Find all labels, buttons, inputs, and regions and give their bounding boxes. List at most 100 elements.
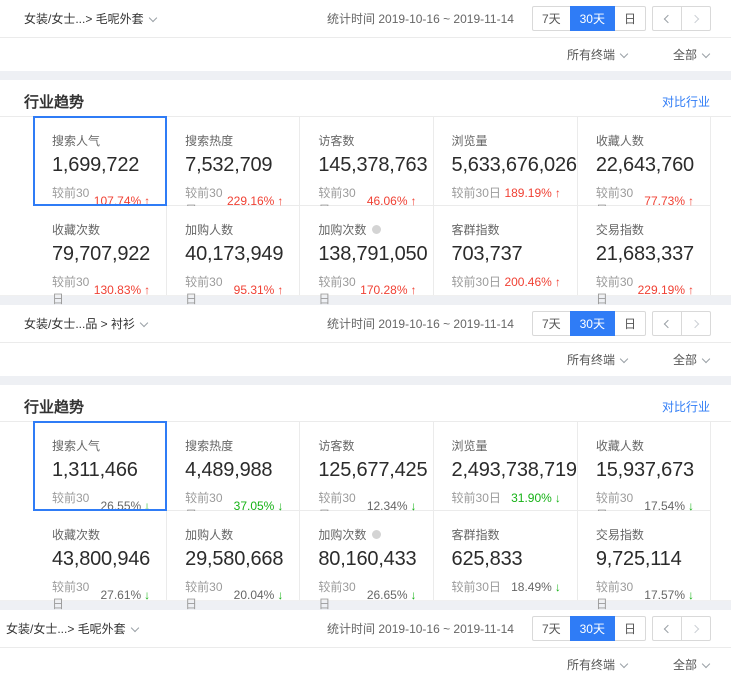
compare-label: 较前30日 <box>52 273 94 307</box>
change-percent: 95.31% <box>234 283 275 297</box>
metric-value: 43,800,946 <box>52 548 166 571</box>
chevron-down-icon <box>702 660 710 668</box>
metric-card-customer-index[interactable]: 客群指数 703,737 较前30日200.46% <box>434 206 578 295</box>
range-day-button[interactable]: 日 <box>614 616 646 641</box>
metric-value: 5,633,676,026 <box>452 154 577 177</box>
scope-filter-dropdown[interactable]: 全部 <box>673 351 709 368</box>
next-period-button[interactable] <box>681 311 711 336</box>
change-percent: 18.49% <box>511 580 552 594</box>
change-percent: 189.19% <box>504 186 551 200</box>
stat-time-range: 2019-10-16 ~ 2019-11-14 <box>378 12 514 26</box>
breadcrumb-text: 女装/女士...> 毛呢外套 <box>6 622 126 636</box>
trend-up-icon <box>277 283 283 297</box>
compare-label: 较前30日 <box>452 489 501 506</box>
category-breadcrumb[interactable]: 女装/女士...> 毛呢外套 <box>6 620 138 637</box>
metric-card-pageviews[interactable]: 浏览量 5,633,676,026 较前30日189.19% <box>434 117 578 206</box>
metric-card-favorite-count[interactable]: 收藏次数 43,800,946 较前30日27.61% <box>34 511 167 600</box>
metric-card-transaction-index[interactable]: 交易指数 9,725,114 较前30日17.57% <box>578 511 711 600</box>
change-percent: 200.46% <box>504 275 551 289</box>
metric-card-favorite-users[interactable]: 收藏人数 15,937,673 较前30日17.54% <box>578 422 711 511</box>
metric-card-customer-index[interactable]: 客群指数 625,833 较前30日18.49% <box>434 511 578 600</box>
chevron-down-icon <box>620 355 628 363</box>
compare-industry-link[interactable]: 对比行业 <box>662 93 710 110</box>
change-percent: 229.19% <box>638 283 685 297</box>
range-30d-button[interactable]: 30天 <box>570 311 615 336</box>
compare-industry-link[interactable]: 对比行业 <box>662 398 710 415</box>
chevron-down-icon <box>702 355 710 363</box>
metric-value: 22,643,760 <box>596 154 710 177</box>
next-period-button[interactable] <box>681 6 711 31</box>
trend-down-icon <box>144 588 150 602</box>
metric-card-search-heat[interactable]: 搜索热度 7,532,709 较前30日229.16% <box>167 117 300 206</box>
metric-label: 加购人数 <box>185 526 233 543</box>
metric-label: 交易指数 <box>596 221 644 238</box>
range-day-button[interactable]: 日 <box>614 6 646 31</box>
scope-filter-dropdown[interactable]: 全部 <box>673 46 709 63</box>
chevron-down-icon <box>702 50 710 58</box>
metric-card-transaction-index[interactable]: 交易指数 21,683,337 较前30日229.19% <box>578 206 711 295</box>
metric-card-visitors[interactable]: 访客数 145,378,763 较前30日46.06% <box>300 117 433 206</box>
chevron-down-icon <box>620 660 628 668</box>
filterbar: 所有终端 全部 <box>0 648 731 675</box>
range-7d-button[interactable]: 7天 <box>532 311 571 336</box>
category-breadcrumb[interactable]: 女装/女士...> 毛呢外套 <box>24 10 156 27</box>
change-percent: 27.61% <box>100 588 141 602</box>
metric-value: 21,683,337 <box>596 243 710 266</box>
compare-label: 较前30日 <box>452 184 501 201</box>
compare-label: 较前30日 <box>185 578 233 612</box>
trend-up-icon <box>555 275 561 289</box>
metric-card-cart-count[interactable]: 加购次数 138,791,050 较前30日170.28% <box>300 206 433 295</box>
metric-label: 搜索人气 <box>52 437 100 454</box>
terminal-filter-dropdown[interactable]: 所有终端 <box>567 46 627 63</box>
prev-period-button[interactable] <box>652 616 682 641</box>
metric-value: 7,532,709 <box>185 154 299 177</box>
next-period-button[interactable] <box>681 616 711 641</box>
prev-period-button[interactable] <box>652 311 682 336</box>
range-30d-button[interactable]: 30天 <box>570 616 615 641</box>
range-30d-button[interactable]: 30天 <box>570 6 615 31</box>
topbar: 女装/女士...品 > 衬衫 统计时间 2019-10-16 ~ 2019-11… <box>0 305 731 343</box>
metric-card-search-popularity[interactable]: 搜索人气 1,699,722 较前30日107.74% <box>34 117 167 206</box>
metric-label: 交易指数 <box>596 526 644 543</box>
metric-label: 客群指数 <box>452 221 500 238</box>
date-range-group: 7天 30天 日 <box>532 311 646 336</box>
filterbar: 所有终端 全部 <box>0 343 731 376</box>
metric-card-favorite-count[interactable]: 收藏次数 79,707,922 较前30日130.83% <box>34 206 167 295</box>
category-breadcrumb[interactable]: 女装/女士...品 > 衬衫 <box>24 315 147 332</box>
scope-filter-dropdown[interactable]: 全部 <box>673 656 709 673</box>
compare-label: 较前30日 <box>318 273 360 307</box>
range-7d-button[interactable]: 7天 <box>532 616 571 641</box>
prev-period-button[interactable] <box>652 6 682 31</box>
trend-down-icon <box>688 588 694 602</box>
stat-time-range: 2019-10-16 ~ 2019-11-14 <box>378 317 514 331</box>
metric-card-cart-users[interactable]: 加购人数 40,173,949 较前30日95.31% <box>167 206 300 295</box>
metric-card-search-heat[interactable]: 搜索热度 4,489,988 较前30日37.05% <box>167 422 300 511</box>
metric-label: 客群指数 <box>452 526 500 543</box>
metric-card-cart-users[interactable]: 加购人数 29,580,668 较前30日20.04% <box>167 511 300 600</box>
trend-down-icon <box>411 588 417 602</box>
metric-card-pageviews[interactable]: 浏览量 2,493,738,719 较前30日31.90% <box>434 422 578 511</box>
chevron-left-icon <box>664 624 672 632</box>
date-range-group: 7天 30天 日 <box>532 616 646 641</box>
metric-grid: 搜索人气 1,699,722 较前30日107.74% 搜索热度 7,532,7… <box>0 116 731 296</box>
section-shirt: 女装/女士...品 > 衬衫 统计时间 2019-10-16 ~ 2019-11… <box>0 305 731 610</box>
range-day-button[interactable]: 日 <box>614 311 646 336</box>
date-range-group: 7天 30天 日 <box>532 6 646 31</box>
terminal-filter-dropdown[interactable]: 所有终端 <box>567 351 627 368</box>
section-divider <box>0 71 731 80</box>
scope-filter-label: 全部 <box>673 48 697 62</box>
stat-time: 统计时间 2019-10-16 ~ 2019-11-14 <box>327 10 514 27</box>
metric-label: 收藏次数 <box>52 526 100 543</box>
metric-card-visitors[interactable]: 访客数 125,677,425 较前30日12.34% <box>300 422 433 511</box>
range-7d-button[interactable]: 7天 <box>532 6 571 31</box>
section-divider <box>0 376 731 385</box>
terminal-filter-dropdown[interactable]: 所有终端 <box>567 656 627 673</box>
stat-time: 统计时间 2019-10-16 ~ 2019-11-14 <box>327 620 514 637</box>
metric-card-search-popularity[interactable]: 搜索人气 1,311,466 较前30日26.55% <box>34 422 167 511</box>
compare-label: 较前30日 <box>185 273 233 307</box>
chevron-down-icon <box>148 14 156 22</box>
pager-group <box>652 6 711 31</box>
info-dot-icon <box>372 530 381 539</box>
metric-card-cart-count[interactable]: 加购次数 80,160,433 较前30日26.65% <box>300 511 433 600</box>
metric-card-favorite-users[interactable]: 收藏人数 22,643,760 较前30日77.73% <box>578 117 711 206</box>
